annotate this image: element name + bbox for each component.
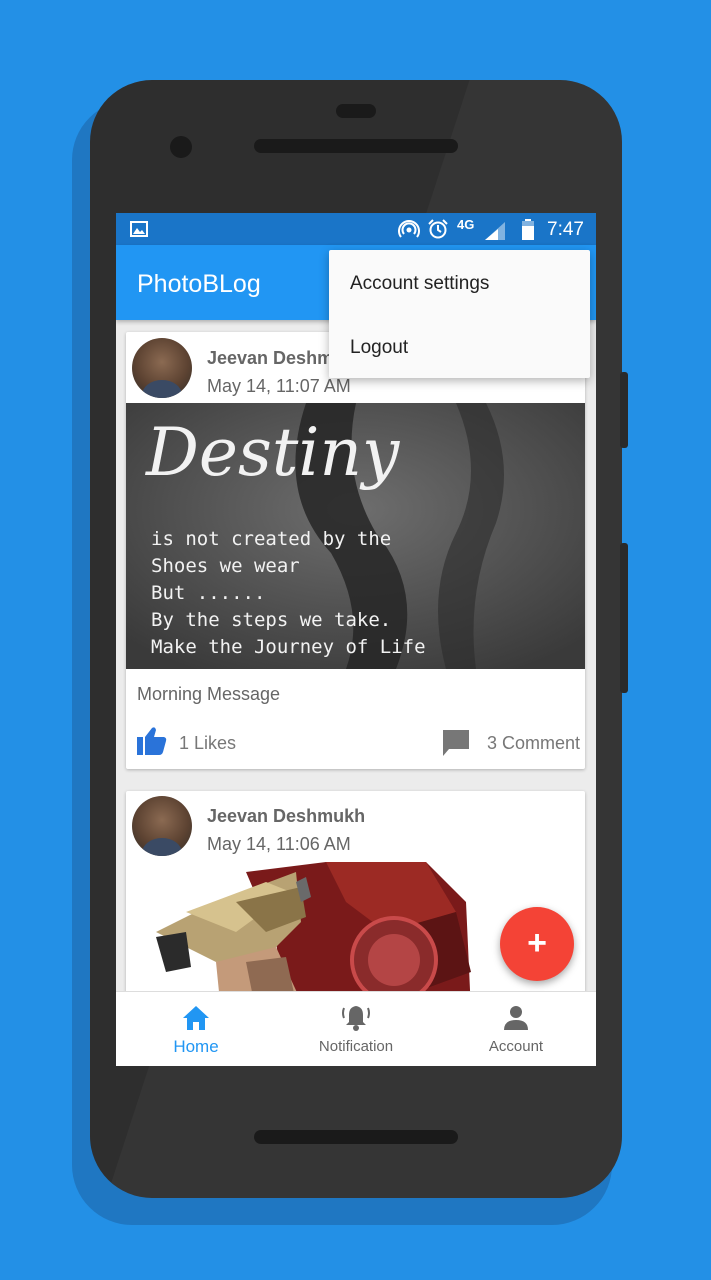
bell-icon	[342, 1006, 370, 1031]
post-caption: Morning Message	[137, 684, 281, 704]
power-button	[620, 372, 628, 448]
alarm-icon	[428, 219, 448, 239]
image-line: Shoes we wear	[151, 555, 300, 577]
post-image[interactable]: Destiny is not created by the Shoes we w…	[126, 403, 585, 669]
nav-account[interactable]: Account	[436, 992, 596, 1066]
thumbs-up-icon[interactable]	[136, 726, 168, 756]
bottom-navigation: Home Notification Account	[116, 991, 596, 1066]
sensor	[336, 104, 376, 118]
phone-screen: 4G 7:47 PhotoBLog Jeevan Deshmukh May 14…	[116, 213, 596, 1066]
status-time: 7:47	[547, 219, 584, 240]
signal-icon	[485, 222, 505, 240]
app-title: PhotoBLog	[137, 270, 261, 298]
nav-notification-label: Notification	[318, 1038, 394, 1055]
overflow-menu: Account settings Logout	[329, 250, 590, 378]
image-line: By the steps we take.	[151, 609, 391, 631]
image-notification-icon	[130, 221, 148, 237]
post-author[interactable]: Jeevan Deshmukh	[207, 806, 365, 827]
network-type: 4G	[457, 217, 475, 232]
avatar[interactable]	[132, 796, 192, 856]
person-icon	[504, 1006, 528, 1030]
comments-count[interactable]: 3 Comment	[487, 733, 580, 754]
image-title: Destiny	[145, 414, 400, 491]
post-date: May 14, 11:06 AM	[207, 834, 351, 854]
menu-logout[interactable]: Logout	[350, 337, 408, 359]
status-bar: 4G 7:47	[116, 213, 596, 245]
post-card[interactable]: Jeevan Deshmukh May 14, 11:07 AM Destiny…	[126, 332, 585, 769]
nav-home[interactable]: Home	[116, 992, 276, 1066]
destiny-quote-image: Destiny is not created by the Shoes we w…	[126, 403, 585, 669]
menu-account-settings[interactable]: Account settings	[350, 273, 489, 295]
nav-account-label: Account	[488, 1038, 544, 1055]
hotspot-icon	[398, 220, 420, 238]
post-date: May 14, 11:07 AM	[207, 376, 351, 396]
image-line: But ......	[151, 582, 265, 604]
plus-icon: +	[527, 924, 547, 962]
avatar[interactable]	[132, 338, 192, 398]
volume-button	[620, 543, 628, 693]
nav-notification[interactable]: Notification	[276, 992, 436, 1066]
add-post-button[interactable]: +	[500, 907, 574, 981]
comment-icon[interactable]	[442, 729, 470, 757]
nav-home-label: Home	[173, 1037, 219, 1056]
image-line: is not created by the	[151, 528, 391, 550]
earpiece-speaker	[254, 139, 458, 153]
image-line: Make the Journey of Life	[151, 636, 426, 658]
front-camera	[170, 136, 192, 158]
post-card[interactable]: Jeevan Deshmukh May 14, 11:06 AM	[126, 791, 585, 1011]
likes-count[interactable]: 1 Likes	[179, 733, 236, 754]
battery-icon	[522, 219, 534, 240]
bottom-speaker	[254, 1130, 458, 1144]
home-icon	[183, 1006, 209, 1030]
